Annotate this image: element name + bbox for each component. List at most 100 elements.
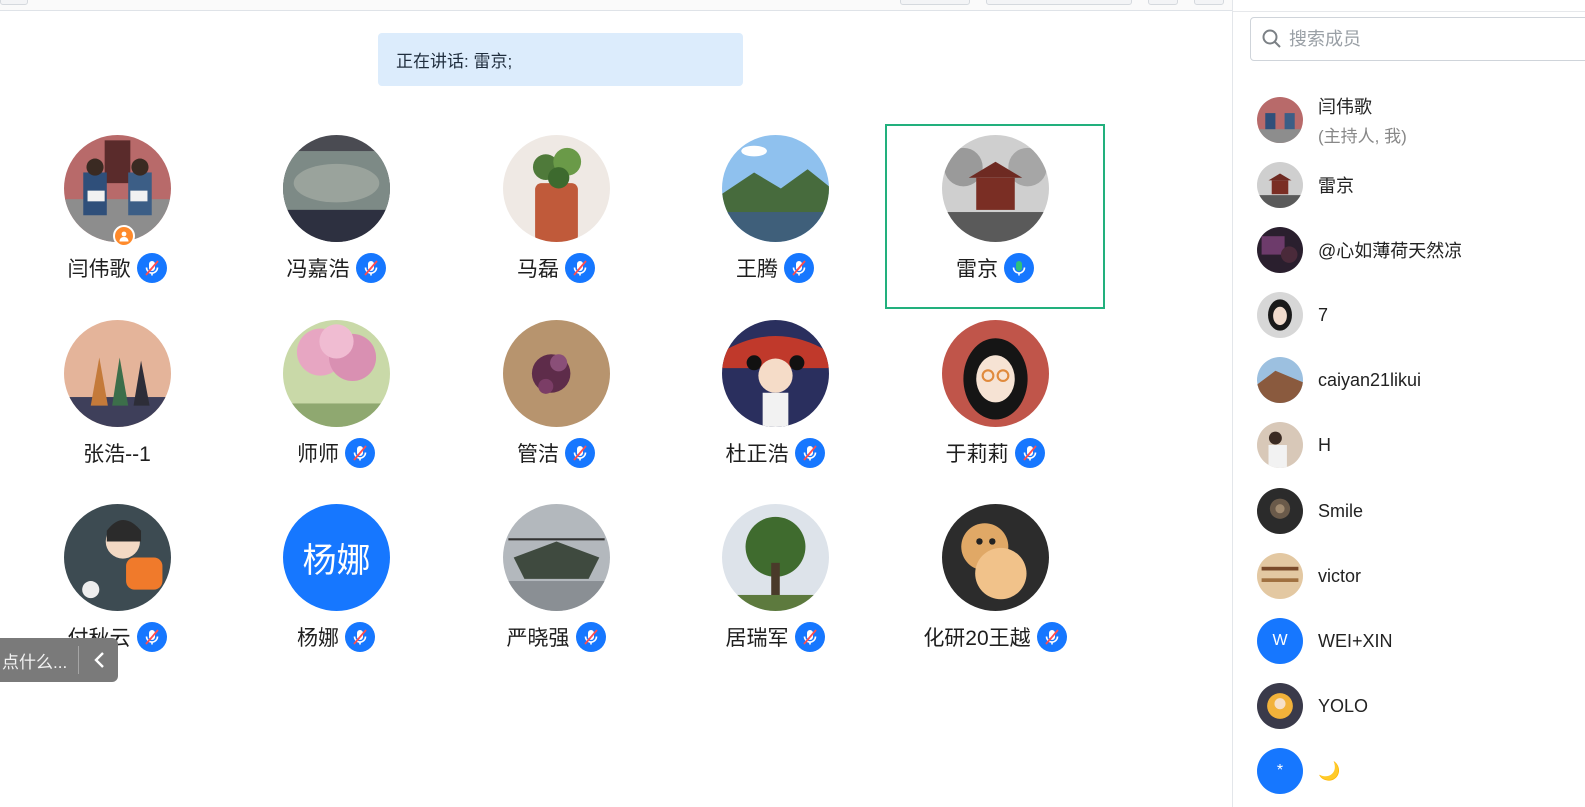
participant-tile[interactable]: 马磊 (446, 127, 666, 312)
participant-tile[interactable]: 化研20王越 (885, 496, 1105, 681)
toolbar-button[interactable] (900, 0, 970, 5)
participant-name: 杨娜 (297, 627, 339, 650)
speaking-banner: 正在讲话: 雷京; (378, 33, 743, 86)
member-avatar (1257, 422, 1303, 468)
participant-name-row: 冯嘉浩 (226, 253, 446, 283)
member-list-item[interactable]: 闫伟歌 (主持人, 我) (1257, 95, 1577, 146)
member-name: 🌙 (1318, 760, 1341, 781)
participant-avatar (942, 504, 1049, 611)
member-avatar (1257, 162, 1303, 208)
participant-name-row: 雷京 (885, 253, 1105, 283)
toolbar-icon-button[interactable] (1148, 0, 1178, 5)
participant-tile[interactable]: 杨娜 杨娜 (226, 496, 446, 681)
participant-name-row: 马磊 (446, 253, 666, 283)
mic-muted-icon[interactable] (136, 253, 167, 283)
member-avatar (1257, 227, 1303, 273)
chevron-left-icon[interactable] (85, 645, 115, 675)
mic-muted-icon[interactable] (575, 622, 606, 652)
participant-name-row: 管洁 (446, 438, 666, 468)
participant-name: 管洁 (517, 443, 559, 466)
participant-tile[interactable]: 师师 (226, 312, 446, 497)
participant-tile[interactable]: 于莉莉 (885, 312, 1105, 497)
participant-tile[interactable]: 张浩--1 (7, 312, 227, 497)
participant-name: 严晓强 (506, 627, 570, 650)
member-role: (主持人, 我) (1318, 127, 1407, 146)
participant-tile-speaking[interactable]: 雷京 (885, 124, 1105, 309)
member-name: 闫伟歌 (1318, 97, 1372, 117)
host-badge-icon (113, 225, 135, 247)
participant-tile[interactable]: 居瑞军 (665, 496, 885, 681)
member-list-item[interactable]: caiyan21likui (1257, 355, 1577, 405)
participant-tile[interactable]: 冯嘉浩 (226, 127, 446, 312)
mic-muted-icon[interactable] (794, 622, 825, 652)
participant-name-row: 师师 (226, 438, 446, 468)
mic-muted-icon[interactable] (355, 253, 386, 283)
participant-avatar (283, 135, 390, 242)
participant-name: 于莉莉 (945, 443, 1009, 466)
member-name: 7 (1318, 304, 1329, 325)
member-avatar (1257, 488, 1303, 534)
participant-avatar-initials: 杨娜 (283, 504, 390, 611)
member-avatar (1257, 553, 1303, 599)
member-list-item[interactable]: H (1257, 420, 1577, 470)
member-avatar-initials: W (1257, 618, 1303, 664)
mic-muted-icon[interactable] (565, 438, 595, 468)
participant-name: 杜正浩 (725, 443, 789, 466)
participant-avatar (503, 135, 610, 242)
participant-name-row: 杜正浩 (665, 438, 885, 468)
participant-name-row: 于莉莉 (885, 438, 1105, 468)
participant-name-row: 王腾 (665, 253, 885, 283)
toolbar-icon-button[interactable] (1194, 0, 1224, 5)
member-search-box[interactable] (1250, 17, 1585, 61)
member-name: @心如薄荷天然凉 (1318, 241, 1463, 261)
member-avatar-initials: * (1257, 748, 1303, 794)
mic-muted-icon[interactable] (345, 438, 375, 468)
participant-name: 马磊 (517, 258, 559, 281)
toolbar-button[interactable] (986, 0, 1132, 5)
video-grid: 正在讲话: 雷京; 闫伟歌 冯嘉浩 马磊 王腾 雷京 张浩--1 师师 管洁 杜… (0, 11, 1232, 807)
member-name: Smile (1318, 500, 1364, 521)
participant-avatar (283, 320, 390, 427)
mic-muted-icon[interactable] (345, 622, 375, 652)
member-list-item[interactable]: 雷京 (1257, 160, 1577, 210)
mic-muted-icon[interactable] (1014, 438, 1045, 468)
member-list-item[interactable]: victor (1257, 551, 1577, 601)
mic-active-icon[interactable] (1004, 253, 1034, 283)
member-name: YOLO (1318, 695, 1369, 716)
member-name: 雷京 (1318, 176, 1354, 196)
participant-tile[interactable]: 严晓强 (446, 496, 666, 681)
participant-name-row: 杨娜 (226, 622, 446, 652)
member-list-item[interactable]: W WEI+XIN (1257, 616, 1577, 666)
mic-muted-icon[interactable] (565, 253, 595, 283)
member-list-item[interactable]: @心如薄荷天然凉 (1257, 225, 1577, 275)
member-list-item[interactable]: Smile (1257, 486, 1577, 536)
mic-muted-icon[interactable] (136, 622, 167, 652)
participant-tile[interactable]: 杜正浩 (665, 312, 885, 497)
participant-name: 王腾 (736, 258, 778, 281)
mic-muted-icon[interactable] (784, 253, 814, 283)
panel-header (1233, 0, 1585, 12)
mic-muted-icon[interactable] (1036, 622, 1067, 652)
member-name: WEI+XIN (1318, 630, 1393, 651)
floating-input-placeholder[interactable]: 点什么... (0, 648, 72, 673)
participant-name: 化研20王越 (923, 627, 1031, 650)
participant-avatar (942, 135, 1049, 242)
member-list-item[interactable]: YOLO (1257, 681, 1577, 731)
participant-tile[interactable]: 王腾 (665, 127, 885, 312)
participant-name: 张浩--1 (83, 443, 151, 466)
toolbar-button-left[interactable] (0, 0, 28, 5)
participant-avatar (64, 504, 171, 611)
member-list-item[interactable]: 7 (1257, 290, 1577, 340)
participant-avatar (942, 320, 1049, 427)
floating-input-bar[interactable]: 点什么... (0, 638, 118, 682)
participant-name-row: 严晓强 (446, 622, 666, 652)
member-avatar (1257, 97, 1303, 143)
member-list-item[interactable]: * 🌙 (1257, 746, 1577, 796)
mic-muted-icon[interactable] (794, 438, 825, 468)
member-search-input[interactable] (1287, 27, 1571, 51)
participant-name: 冯嘉浩 (286, 258, 350, 281)
member-name: H (1318, 434, 1331, 455)
participant-tile[interactable]: 闫伟歌 (7, 127, 227, 312)
participant-name-row: 张浩--1 (7, 438, 227, 468)
participant-tile[interactable]: 管洁 (446, 312, 666, 497)
